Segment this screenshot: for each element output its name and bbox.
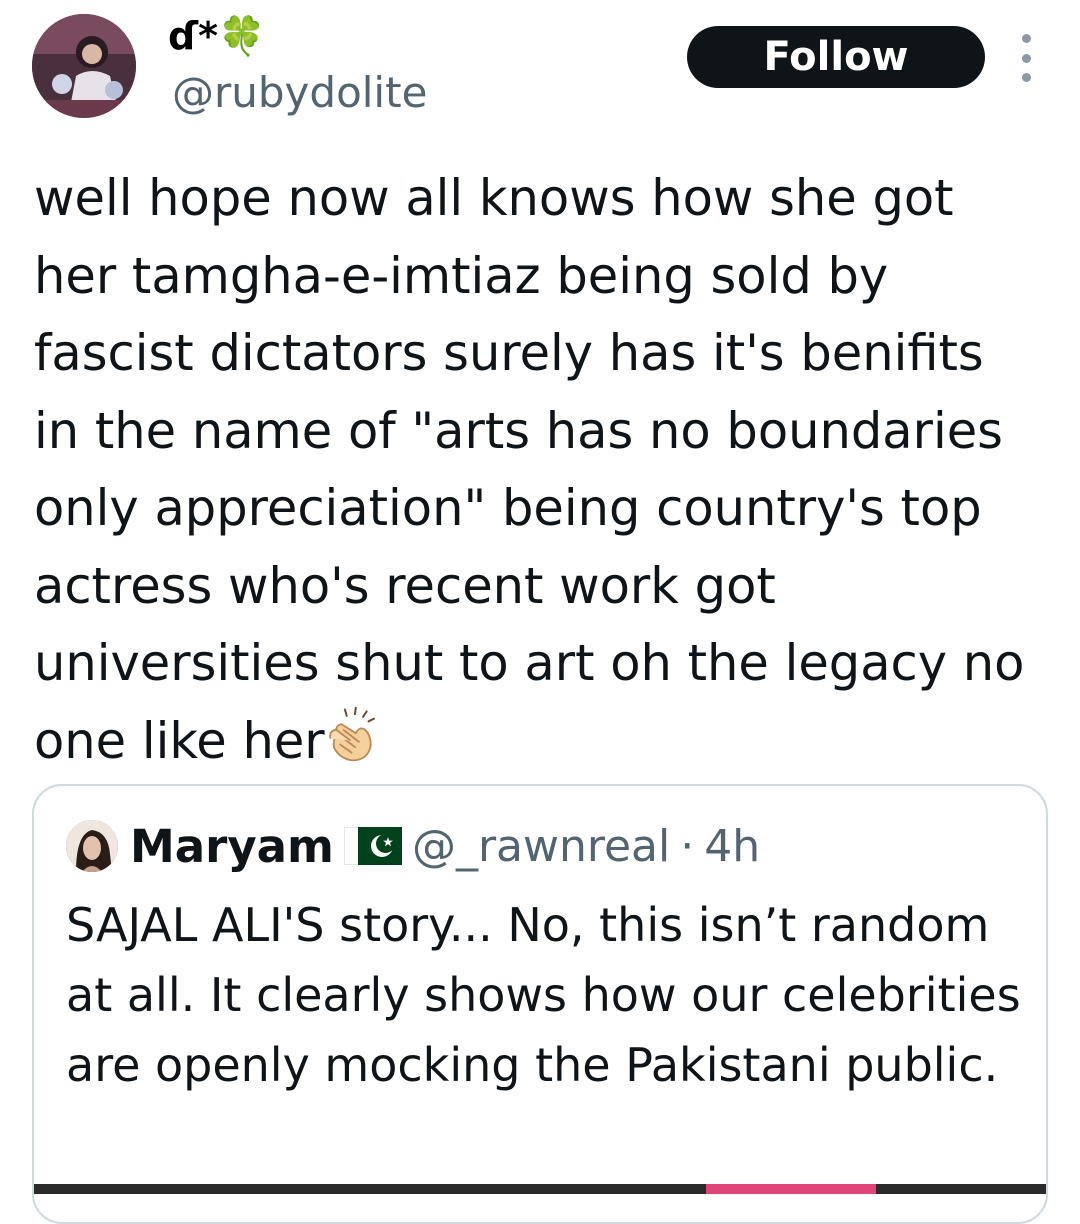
author-name-row: ɗ*🍀 [168,6,265,66]
pakistan-flag-icon [343,827,402,865]
author-avatar[interactable] [32,14,136,118]
clapping-hands-icon [328,706,375,761]
quoted-tweet-header: Maryam @_rawnreal · 4h [66,820,760,873]
more-options-icon[interactable] [1012,34,1040,82]
media-preview-strip [706,1184,876,1194]
tweet-header: ɗ*🍀 @rubydolite Follow [0,0,1080,140]
quoted-tweet-card[interactable]: Maryam @_rawnreal · 4h SAJAL ALI'S story… [32,784,1048,1224]
quoted-tweet-text: SAJAL ALI'S story... No, this isn’t rand… [66,898,1021,1092]
quoted-media-preview[interactable] [34,1184,1046,1194]
quoted-author-name[interactable]: Maryam [130,820,334,873]
tweet-text: well hope now all knows how she got her … [34,169,1041,770]
quoted-timestamp[interactable]: 4h [704,821,760,872]
quoted-author-avatar[interactable] [66,820,118,872]
separator-dot: · [680,820,695,872]
quoted-author-handle[interactable]: @_rawnreal [412,821,670,872]
author-handle[interactable]: @rubydolite [172,72,427,114]
author-display-name[interactable]: ɗ*🍀 [168,17,265,55]
follow-button[interactable]: Follow [687,26,985,88]
tweet-body: well hope now all knows how she got her … [34,160,1044,780]
